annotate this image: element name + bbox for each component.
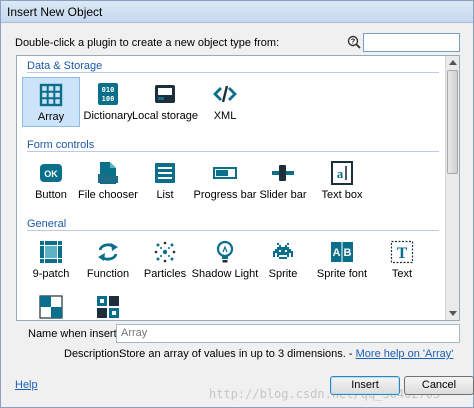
sprite-font-icon: A B [331, 242, 353, 262]
dictionary-icon: 010 100 [98, 83, 118, 105]
plugin-tilemap[interactable] [79, 290, 137, 320]
plugin-text[interactable]: T Text [373, 235, 431, 285]
search-icon: ? [347, 35, 361, 49]
insert-new-object-dialog: Insert New Object Double-click a plugin … [0, 0, 474, 408]
scroll-thumb[interactable] [447, 70, 458, 174]
category-divider [27, 151, 439, 152]
description-body: Store an array of values in up to 3 dime… [119, 348, 356, 360]
svg-text:B: B [344, 247, 352, 259]
shadow-light-icon [216, 240, 234, 263]
category-general: General [27, 218, 67, 230]
plugin-tiled-background[interactable] [22, 290, 80, 320]
name-field[interactable]: Array [116, 324, 460, 343]
insert-button[interactable]: Insert [330, 376, 400, 395]
button-icon: OK [40, 164, 62, 182]
svg-text:A: A [333, 247, 341, 259]
description-label: Description: [64, 348, 123, 360]
tilemap-icon [97, 296, 119, 318]
instruction-text: Double-click a plugin to create a new ob… [15, 37, 280, 49]
category-form-controls: Form controls [27, 139, 95, 151]
more-help-link[interactable]: More help on 'Array' [356, 348, 454, 360]
category-data-storage: Data & Storage [27, 60, 103, 72]
tiled-background-icon [39, 295, 63, 319]
svg-text:OK: OK [44, 169, 58, 179]
help-link[interactable]: Help [15, 379, 38, 391]
window-title: Insert New Object [7, 5, 103, 19]
cancel-button[interactable]: Cancel [404, 376, 474, 395]
title-bar[interactable]: Insert New Object [1, 1, 473, 23]
text-box-icon: a [331, 161, 353, 185]
svg-text:a: a [337, 166, 344, 181]
xml-icon [213, 85, 237, 103]
file-chooser-icon [98, 162, 118, 184]
function-icon [98, 243, 118, 261]
local-storage-icon [155, 85, 175, 103]
description-text: Store an array of values in up to 3 dime… [119, 348, 453, 360]
category-divider [27, 72, 439, 73]
list-icon [155, 163, 175, 183]
scroll-up-arrow-icon[interactable] [449, 60, 457, 65]
array-icon [39, 83, 63, 107]
plugin-label: XML [213, 110, 237, 122]
svg-text:T: T [397, 245, 408, 262]
plugin-label: Text box [321, 189, 363, 201]
slider-bar-icon [272, 165, 294, 181]
nine-patch-icon [40, 241, 62, 263]
plugin-xml[interactable]: XML [196, 77, 254, 127]
particles-icon [154, 241, 176, 263]
svg-text:010: 010 [102, 86, 115, 94]
svg-text:100: 100 [102, 95, 115, 103]
category-divider [27, 230, 439, 231]
plugin-list[interactable]: Data & Storage Array 010 100 Dictionary [16, 55, 460, 321]
plugin-label: Text [391, 268, 413, 280]
scroll-down-arrow-icon[interactable] [449, 311, 457, 316]
text-icon: T [390, 240, 414, 264]
plugin-text-box[interactable]: a Text box [313, 156, 371, 206]
search-input[interactable] [363, 33, 460, 52]
list-scrollbar[interactable] [445, 56, 459, 320]
svg-text:?: ? [351, 39, 355, 46]
progress-bar-icon [213, 167, 237, 179]
sprite-icon [273, 243, 293, 259]
